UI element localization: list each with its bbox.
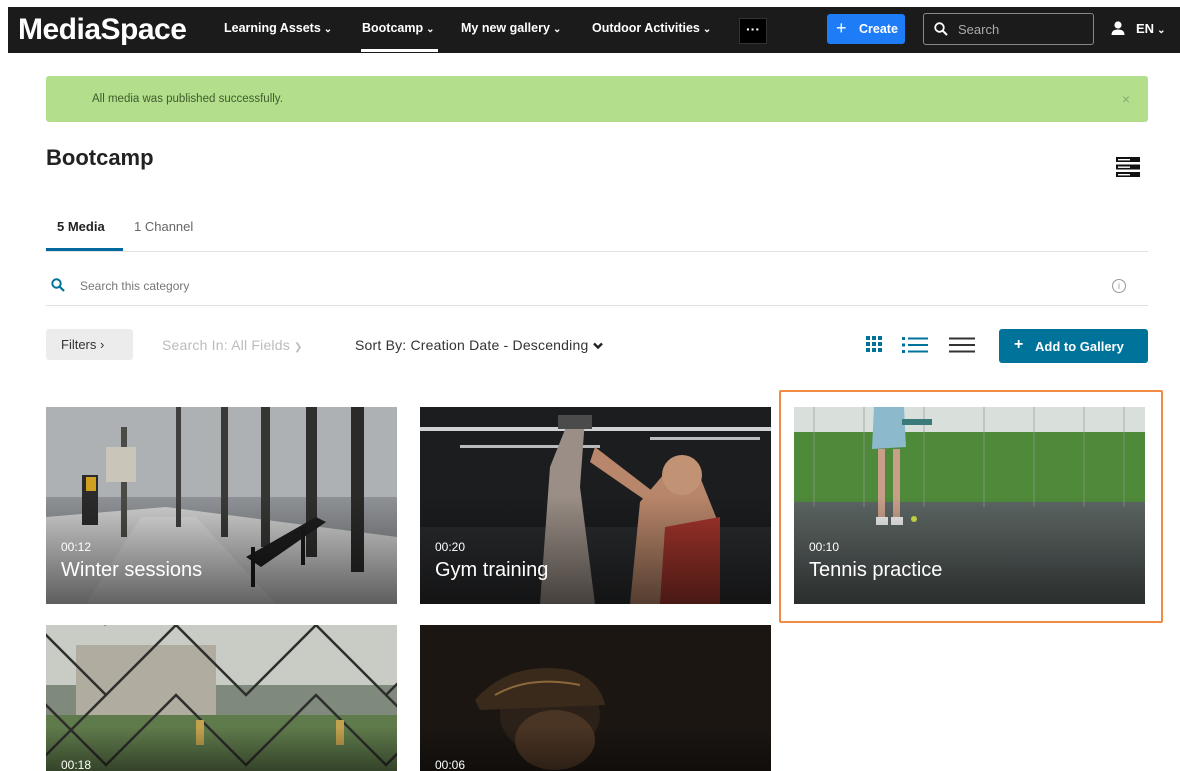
chevron-down-icon: ⌄	[552, 24, 562, 35]
chevron-down-icon: ❯	[294, 342, 303, 353]
media-card-fence[interactable]: 00:18	[46, 625, 397, 771]
nav-item-bootcamp[interactable]: Bootcamp ⌄	[362, 21, 435, 35]
search-icon	[51, 278, 65, 292]
duration-label: 00:12	[61, 540, 92, 554]
category-search-input[interactable]	[78, 275, 482, 297]
search-icon	[934, 22, 948, 36]
detailed-list-view-icon[interactable]	[902, 337, 928, 353]
chevron-down-icon: ⌄	[1157, 25, 1166, 36]
global-search-input[interactable]	[956, 19, 1085, 39]
global-search[interactable]	[923, 13, 1094, 45]
nav-item-outdoor-activities[interactable]: Outdoor Activities ⌄	[592, 21, 711, 35]
create-button[interactable]: + Create	[827, 14, 905, 44]
add-to-gallery-button[interactable]: + Add to Gallery	[999, 329, 1148, 363]
compact-list-view-icon[interactable]	[949, 337, 975, 353]
nav-item-learning-assets[interactable]: Learning Assets ⌄	[224, 21, 332, 35]
info-icon[interactable]: i	[1112, 279, 1126, 293]
nav-item-my-new-gallery[interactable]: My new gallery ⌄	[461, 21, 561, 35]
duration-label: 00:18	[61, 758, 92, 771]
create-button-label: Create	[859, 22, 898, 36]
sort-by-label: Sort By: Creation Date - Descending	[355, 337, 589, 353]
more-menu-button[interactable]: ···	[739, 18, 767, 44]
language-label: EN	[1136, 21, 1155, 36]
grid-view-icon[interactable]	[866, 336, 882, 352]
active-tab-indicator	[46, 248, 123, 251]
media-title: Winter sessions	[61, 559, 203, 581]
duration-label: 00:10	[809, 540, 840, 554]
tab-media[interactable]: 5 Media	[57, 219, 105, 234]
search-in-dropdown[interactable]: Search In: All Fields ❯	[162, 337, 303, 353]
filters-button[interactable]: Filters ›	[46, 329, 133, 360]
filters-button-label: Filters ›	[61, 337, 105, 352]
mediaspace-logo[interactable]: MediaSpace	[18, 13, 187, 47]
media-card-tennis-practice[interactable]: 00:10 Tennis practice	[794, 407, 1145, 604]
top-navigation-bar: MediaSpace Learning Assets ⌄ Bootcamp ⌄ My…	[8, 7, 1180, 53]
nav-item-label: Learning Assets	[224, 21, 321, 35]
media-card-gym-training[interactable]: 00:20 Gym training	[420, 407, 771, 604]
layout-toggle-icon[interactable]	[1116, 157, 1140, 177]
success-alert: All media was published successfully. ×	[46, 76, 1148, 122]
user-icon[interactable]	[1111, 20, 1125, 36]
chevron-down-icon	[592, 342, 603, 350]
media-title: Tennis practice	[809, 559, 943, 581]
tab-channel[interactable]: 1 Channel	[134, 219, 193, 234]
media-title: Gym training	[435, 559, 549, 581]
chevron-down-icon: ⌄	[426, 24, 435, 35]
chevron-down-icon: ⌄	[702, 24, 712, 35]
duration-label: 00:20	[435, 540, 466, 554]
sort-by-dropdown[interactable]: Sort By: Creation Date - Descending	[355, 337, 603, 353]
nav-item-label: My new gallery	[461, 21, 550, 35]
plus-icon: +	[1014, 336, 1024, 353]
category-search: i	[46, 266, 1148, 306]
active-nav-indicator	[361, 49, 438, 52]
page-title: Bootcamp	[46, 145, 154, 170]
alert-message: All media was published successfully.	[92, 93, 283, 105]
language-selector[interactable]: EN ⌄	[1136, 21, 1165, 36]
plus-icon: +	[836, 18, 847, 38]
media-card-winter-sessions[interactable]: 00:12 Winter sessions	[46, 407, 397, 604]
chevron-down-icon: ⌄	[323, 24, 333, 35]
close-icon[interactable]: ×	[1122, 91, 1130, 107]
add-to-gallery-label: Add to Gallery	[1035, 339, 1124, 354]
category-tabs: 5 Media 1 Channel	[46, 209, 1148, 252]
duration-label: 00:06	[435, 758, 466, 771]
search-in-label: Search In: All Fields	[162, 337, 290, 353]
thumbnail-overlay	[420, 625, 771, 771]
nav-item-label: Outdoor Activities	[592, 21, 700, 35]
nav-item-label: Bootcamp	[362, 21, 424, 35]
media-card-cycling[interactable]: 00:06	[420, 625, 771, 771]
thumbnail-overlay	[46, 625, 397, 771]
